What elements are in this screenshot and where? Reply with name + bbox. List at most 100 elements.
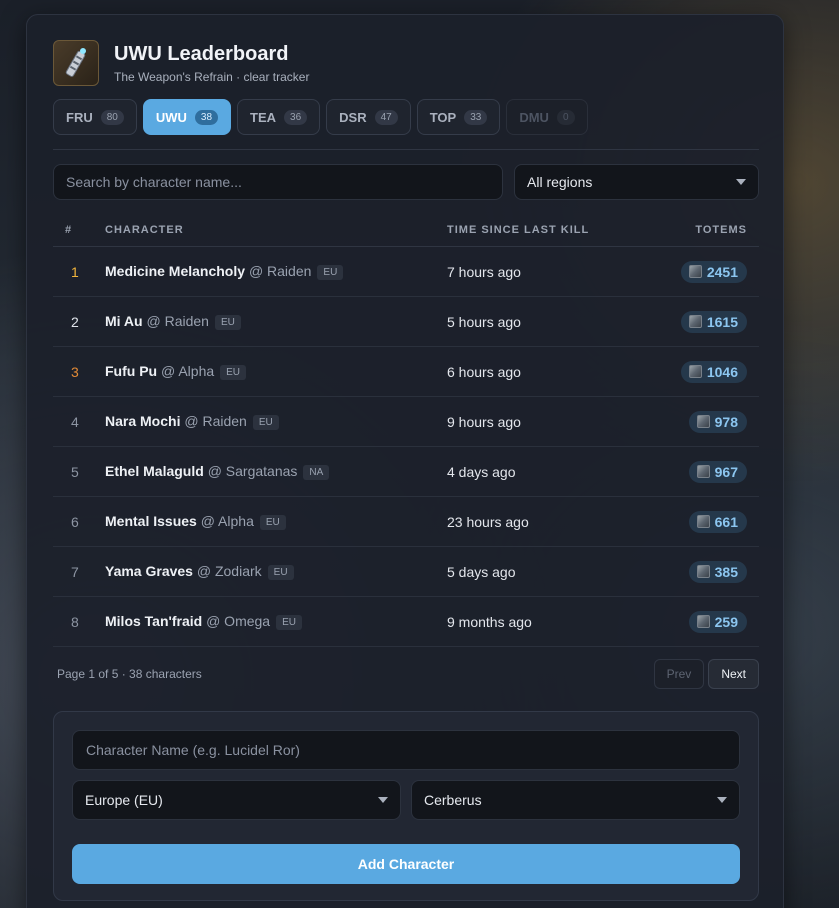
leaderboard-table: # CHARACTER TIME SINCE LAST KILL TOTEMS … [53,213,759,647]
tab-label: DSR [339,109,367,125]
add-character-form: Europe (EU) Cerberus Add Character [53,711,759,901]
totem-badge: 661 [688,510,747,533]
rank-number: 8 [71,613,79,630]
world-select[interactable]: Cerberus [411,780,740,820]
tab-uwu[interactable]: UWU 38 [142,99,232,135]
character-name: Yama Graves [105,563,193,579]
totem-count: 259 [714,613,738,630]
totem-count: 2451 [706,263,738,280]
rank-number: 7 [71,563,79,580]
add-character-button[interactable]: Add Character [72,844,740,884]
character-name: Nara Mochi [105,413,181,429]
next-page-button[interactable]: Next [708,659,759,689]
region-badge: EU [220,365,247,380]
prev-page-button[interactable]: Prev [653,659,705,689]
character-world: @ Zodiark [196,563,262,579]
totem-icon [696,415,710,428]
rank-number: 2 [71,313,79,330]
totem-icon [688,265,702,278]
tab-count-badge: 36 [284,109,308,125]
tab-label: TOP [429,109,457,125]
character-world: @ Alpha [200,513,254,529]
table-row[interactable]: 2 Mi Au @ Raiden EU 5 hours ago 1615 [53,297,759,347]
leaderboard-panel: UWU Leaderboard The Weapon's Refrain · c… [26,14,784,908]
totem-count: 1615 [706,313,738,330]
tab-count-badge: 38 [194,109,219,125]
totem-badge: 2451 [680,260,747,283]
rank-number: 3 [71,363,79,380]
page-subtitle: The Weapon's Refrain · clear tracker [114,70,310,84]
tab-label: DMU [519,109,549,125]
character-name: Mental Issues [105,513,197,529]
table-row[interactable]: 8 Milos Tan'fraid @ Omega EU 9 months ago… [53,597,759,647]
region-badge: EU [252,415,279,430]
encounter-tabs: FRU 80 UWU 38 TEA 36 DSR 47 TOP 33 DMU 0 [53,99,588,135]
page-info: Page 1 of 5 · 38 characters [57,667,202,681]
last-kill-time: 6 hours ago [447,363,521,380]
totem-count: 385 [714,563,738,580]
table-row[interactable]: 4 Nara Mochi @ Raiden EU 9 hours ago 978 [53,397,759,447]
character-name: Mi Au [105,313,143,329]
totem-icon [696,615,710,628]
table-row[interactable]: 1 Medicine Melancholy @ Raiden EU 7 hours… [53,247,759,297]
totem-count: 661 [714,513,738,530]
table-row[interactable]: 3 Fufu Pu @ Alpha EU 6 hours ago 1046 [53,347,759,397]
rank-number: 1 [71,263,79,280]
rank-number: 4 [71,413,79,430]
character-name-field[interactable] [72,730,740,770]
character-world: @ Raiden [248,263,312,279]
totem-badge: 1046 [680,360,747,383]
totem-icon [688,365,702,378]
region-badge: EU [267,565,294,580]
chevron-down-icon [717,797,727,803]
totem-badge: 1615 [680,310,747,333]
region-badge: NA [303,465,330,480]
last-kill-time: 9 months ago [447,613,532,630]
last-kill-time: 23 hours ago [447,513,529,530]
totem-icon [696,465,710,478]
divider [53,149,759,150]
character-name: Fufu Pu [105,363,158,379]
header: UWU Leaderboard The Weapon's Refrain · c… [53,40,309,86]
tab-dmu: DMU 0 [506,99,588,135]
totem-icon [696,565,710,578]
character-world: @ Sargatanas [207,463,298,479]
tab-label: UWU [155,109,187,125]
region-badge: EU [317,265,344,280]
last-kill-time: 5 days ago [447,563,516,580]
search-input[interactable] [53,164,503,200]
tab-label: FRU [66,109,93,125]
tab-count-badge: 0 [556,109,575,125]
last-kill-time: 5 hours ago [447,313,521,330]
table-row[interactable]: 6 Mental Issues @ Alpha EU 23 hours ago 6… [53,497,759,547]
header-time: TIME SINCE LAST KILL [447,223,590,236]
tab-top[interactable]: TOP 33 [416,99,501,135]
totem-badge: 978 [688,410,747,433]
region-badge: EU [276,615,302,630]
region-filter-select[interactable]: All regions [514,164,759,200]
totem-count: 1046 [706,363,738,380]
tab-fru[interactable]: FRU 80 [53,99,137,135]
character-world: @ Alpha [161,363,215,379]
totem-badge: 385 [688,560,747,583]
last-kill-time: 7 hours ago [447,263,521,280]
region-badge: EU [214,315,241,330]
character-world: @ Omega [206,613,271,629]
rank-number: 6 [71,513,79,530]
rank-number: 5 [71,463,79,480]
totem-count: 978 [714,413,738,430]
region-select[interactable]: Europe (EU) [72,780,401,820]
last-kill-time: 4 days ago [447,463,516,480]
totem-icon [696,515,710,528]
ultimate-weapon-icon [53,40,99,86]
character-world: @ Raiden [184,413,247,429]
tab-tea[interactable]: TEA 36 [237,99,321,135]
totem-badge: 259 [688,610,747,633]
tab-dsr[interactable]: DSR 47 [326,99,411,135]
page-title: UWU Leaderboard [114,43,289,65]
world-select-value: Cerberus [424,792,482,808]
chevron-down-icon [736,179,746,185]
region-filter-value: All regions [527,174,593,190]
table-row[interactable]: 5 Ethel Malaguld @ Sargatanas NA 4 days a… [53,447,759,497]
table-row[interactable]: 7 Yama Graves @ Zodiark EU 5 days ago 385 [53,547,759,597]
